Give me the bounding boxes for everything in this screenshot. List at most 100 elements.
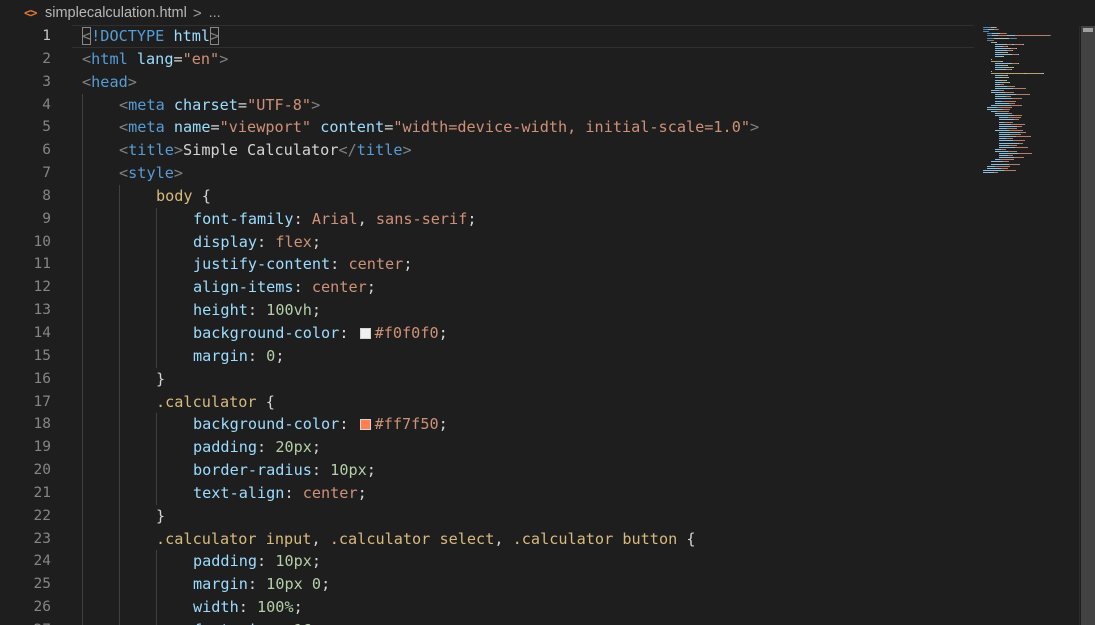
- scrollbar-thumb[interactable]: [1081, 26, 1095, 625]
- code-token: :: [257, 552, 276, 571]
- code-line[interactable]: 22}: [0, 504, 980, 528]
- code-token: :: [339, 415, 358, 434]
- minimap-line: [999, 142, 1019, 144]
- code-line[interactable]: 7 <style>: [0, 162, 980, 185]
- code-line[interactable]: 13 height: 100vh;: [0, 299, 980, 322]
- code-token: html: [173, 27, 211, 45]
- minimap-line: [999, 155, 1008, 157]
- code-editor[interactable]: <> simplecalculation.html > ... 1 <!DOCTY…: [0, 0, 1095, 625]
- code-token: :: [247, 346, 267, 365]
- code-token: <: [82, 49, 92, 68]
- line-number: 13: [33, 302, 51, 319]
- minimap-line: [995, 81, 1003, 83]
- line-number: 11: [33, 256, 51, 273]
- code-line[interactable]: 19 padding: 20px;: [0, 436, 980, 460]
- minimap-line: [996, 27, 997, 28]
- minimap-line: [995, 102, 1009, 104]
- minimap-line: [999, 119, 1014, 121]
- indent-guide: [156, 459, 157, 482]
- breadcrumb-symbol[interactable]: ...: [209, 5, 221, 21]
- code-line[interactable]: 24 padding: 10px;: [0, 550, 980, 574]
- code-line[interactable]: 4 <meta charset="UTF-8">: [0, 93, 980, 117]
- indent-guide: [119, 253, 120, 277]
- minimap-line: [1011, 123, 1025, 125]
- indent-guide: [119, 504, 120, 528]
- minimap-line: [1015, 35, 1050, 37]
- code-line[interactable]: 27 font-size: 16px;: [0, 618, 980, 625]
- code-line[interactable]: 16}: [0, 367, 980, 391]
- code-text: width: 100%;: [193, 596, 303, 619]
- code-line[interactable]: 20 border-radius: 10px;: [0, 459, 980, 482]
- minimap-line: [994, 171, 998, 173]
- indent-guide: [82, 390, 83, 414]
- line-number: 16: [33, 370, 51, 387]
- indent-guide: [119, 367, 120, 391]
- minimap-line: [1007, 45, 1008, 47]
- code-text: text-align: center;: [193, 482, 367, 505]
- code-line[interactable]: 26 width: 100%;: [0, 596, 980, 619]
- indent-guide: [82, 504, 83, 528]
- code-token: =: [210, 118, 220, 137]
- line-number: 25: [33, 576, 51, 593]
- minimap-line: [995, 100, 1002, 102]
- minimap-line: [993, 39, 994, 41]
- code-line[interactable]: 9 font-family: Arial, sans-serif;: [0, 207, 980, 231]
- code-area[interactable]: 1 <!DOCTYPE html> 2 <html lang="en"> 3 <head>…: [0, 25, 980, 625]
- code-token: ;: [366, 461, 376, 480]
- code-line[interactable]: 12 align-items: center;: [0, 276, 980, 300]
- code-token: charset: [173, 95, 238, 114]
- code-token: ;: [366, 278, 376, 297]
- code-token: }: [156, 369, 166, 388]
- code-line[interactable]: 11 justify-content: center;: [0, 253, 980, 277]
- code-token: ;: [321, 575, 331, 594]
- code-token: 100vh: [266, 301, 312, 320]
- breadcrumb-file[interactable]: simplecalculation.html: [45, 5, 187, 21]
- code-line[interactable]: 6 <title>Simple Calculator</title>: [0, 139, 980, 163]
- code-text: display: flex;: [193, 231, 321, 254]
- code-token: :: [293, 209, 312, 228]
- code-line[interactable]: 5 <meta name="viewport" content="width=de…: [0, 116, 980, 140]
- code-token: text-align: [193, 483, 285, 502]
- indent-guide: [156, 207, 157, 231]
- minimap[interactable]: [981, 26, 1077, 625]
- color-swatch[interactable]: [359, 419, 371, 431]
- code-line[interactable]: 2 <html lang="en">: [0, 48, 980, 71]
- indent-guide: [82, 230, 83, 254]
- indent-guide: [82, 139, 83, 163]
- minimap-line: [995, 62, 1009, 64]
- code-line[interactable]: 3 <head>: [0, 71, 980, 94]
- minimap-line: [1000, 159, 1014, 161]
- line-number: 21: [33, 484, 51, 501]
- indent-guide: [82, 550, 83, 574]
- minimap-line: [1014, 119, 1019, 121]
- code-line[interactable]: 21 text-align: center;: [0, 481, 980, 505]
- minimap-line: [999, 157, 1014, 159]
- code-line[interactable]: 1 <!DOCTYPE html>: [0, 25, 980, 48]
- code-token: ;: [467, 209, 477, 228]
- minimap-line: [994, 37, 1009, 39]
- code-line[interactable]: 15 margin: 0;: [0, 344, 980, 368]
- code-line[interactable]: 17 .calculator {: [0, 390, 980, 414]
- minimap-line: [995, 87, 1013, 89]
- code-line[interactable]: 18 background-color: #ff7f50;: [0, 413, 980, 437]
- code-line[interactable]: 23 .calculator input, .calculator select,…: [0, 527, 980, 551]
- minimap-line: [1018, 62, 1019, 64]
- minimap-line: [999, 146, 1015, 148]
- minimap-line: [995, 69, 1004, 70]
- code-line[interactable]: 25 margin: 10px 0;: [0, 573, 980, 597]
- code-token: meta: [128, 95, 165, 114]
- minimap-line: [1007, 127, 1017, 129]
- code-line[interactable]: 14 background-color: #f0f0f0;: [0, 321, 980, 345]
- code-token: 20px: [275, 438, 312, 457]
- code-line[interactable]: 8 body {: [0, 184, 980, 208]
- code-text: <meta name="viewport" content="width=dev…: [119, 116, 759, 139]
- indent-guide: [119, 527, 120, 551]
- minimap-line: [1023, 43, 1024, 45]
- code-token: ;: [330, 621, 339, 625]
- color-swatch[interactable]: [359, 327, 371, 339]
- code-token: 10px: [330, 461, 367, 480]
- minimap-line: [1009, 81, 1010, 83]
- code-text: .calculator input, .calculator select, .…: [156, 528, 696, 551]
- minimap-line: [991, 163, 1009, 165]
- code-line[interactable]: 10 display: flex;: [0, 230, 980, 254]
